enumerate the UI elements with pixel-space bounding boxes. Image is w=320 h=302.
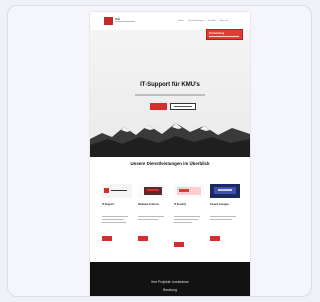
service-image-2 — [138, 184, 168, 198]
service-image-4 — [210, 184, 240, 198]
service-title-2: Netzwerk & Server — [138, 203, 159, 206]
service-text-line — [174, 216, 200, 217]
nav-item-contact[interactable]: Kontakt — [208, 20, 215, 22]
service-button-1[interactable] — [102, 236, 112, 241]
service-button-3[interactable] — [174, 242, 184, 247]
service-text-line — [174, 219, 198, 220]
nav-item-about[interactable]: Über uns — [219, 20, 228, 22]
hero-title: IT-Support für KMU's — [140, 82, 200, 88]
services-title: Unsere Dienstleistungen im Überblick — [130, 161, 210, 166]
service-card-2[interactable]: Netzwerk & Server — [138, 184, 168, 256]
main-nav: Home Dienstleistungen Kontakt Über uns — [178, 20, 228, 22]
hero-secondary-button[interactable] — [170, 103, 196, 110]
service-button-2[interactable] — [138, 236, 148, 241]
promo-subline — [209, 36, 239, 37]
service-text-line — [102, 222, 126, 223]
preview-card: ILB Home Dienstleistungen Kontakt Über u… — [7, 5, 312, 297]
site-footer-cta: Ihre Projekte: kostenlose Beratung — [90, 262, 250, 296]
service-text-line — [102, 216, 128, 217]
nav-item-services[interactable]: Dienstleistungen — [188, 20, 204, 22]
service-text-line — [138, 219, 158, 220]
service-text-line — [210, 216, 236, 217]
mountains-image — [90, 123, 250, 157]
hero-primary-button[interactable] — [150, 103, 167, 110]
service-image-1 — [102, 184, 132, 198]
nav-item-home[interactable]: Home — [178, 20, 184, 22]
service-text-line — [174, 222, 192, 223]
service-card-3[interactable]: IT Security — [174, 184, 204, 256]
logo-tagline — [115, 21, 135, 22]
service-image-3 — [174, 184, 204, 198]
logo-icon — [104, 17, 113, 25]
service-text-line — [138, 216, 164, 217]
service-card-4[interactable]: Cloud Lösungen — [210, 184, 240, 256]
hero-section: IT-Support für KMU's — [90, 30, 250, 157]
site-header: ILB Home Dienstleistungen Kontakt Über u… — [90, 12, 250, 30]
service-text-line — [102, 219, 124, 220]
promo-banner[interactable]: Fernwartung — [206, 29, 243, 40]
service-button-4[interactable] — [210, 236, 220, 241]
service-text-line — [210, 219, 232, 220]
footer-headline: Ihre Projekte: kostenlose — [151, 280, 189, 284]
service-title-3: IT Security — [174, 203, 187, 206]
service-card-1[interactable]: IT Support — [102, 184, 132, 256]
hero-subtitle — [135, 94, 205, 96]
footer-subline: Beratung — [163, 288, 177, 292]
service-title-1: IT Support — [102, 203, 114, 206]
promo-text: Fernwartung — [209, 32, 225, 35]
website-thumbnail[interactable]: ILB Home Dienstleistungen Kontakt Über u… — [90, 12, 250, 296]
service-title-4: Cloud Lösungen — [210, 203, 229, 206]
